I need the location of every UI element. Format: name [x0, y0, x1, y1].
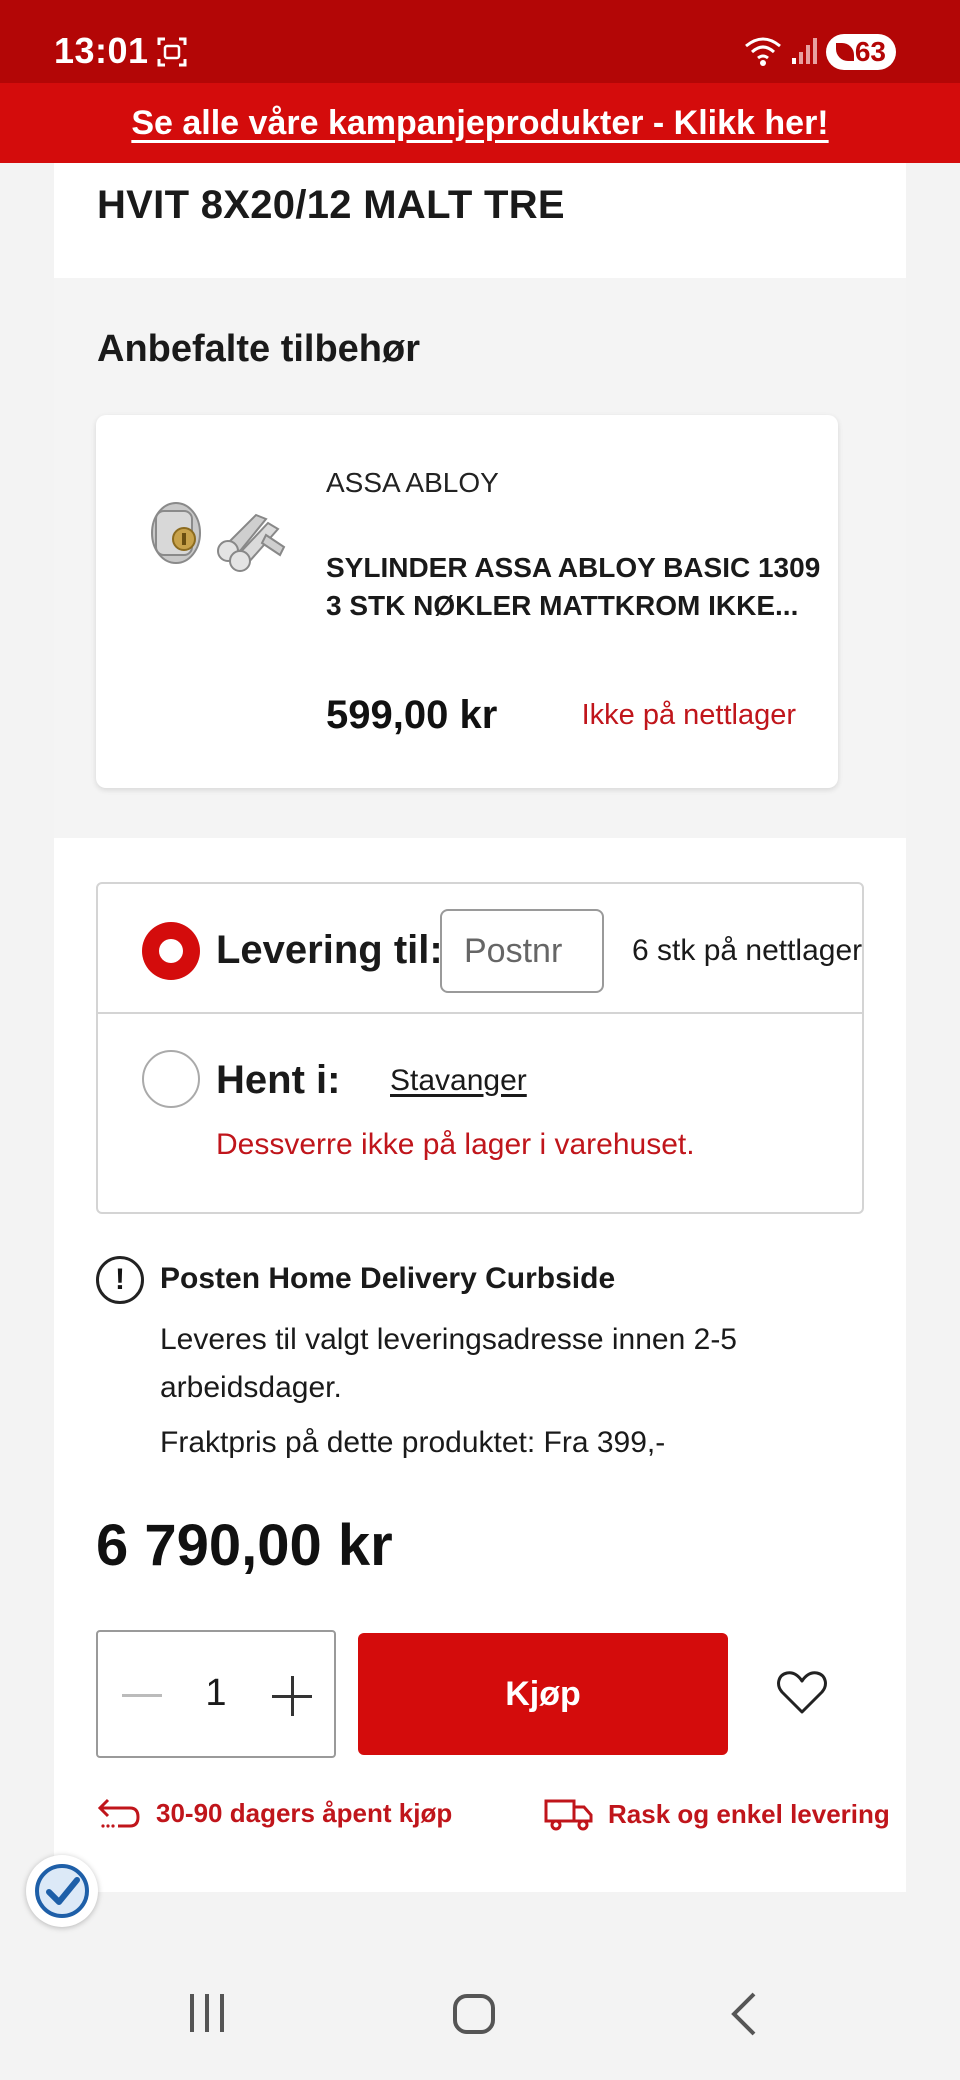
promo-banner[interactable]: Se alle våre kampanjeprodukter - Klikk h… [0, 83, 960, 163]
online-stock-text: 6 stk på nettlager [632, 934, 863, 967]
wifi-icon [745, 37, 781, 66]
recent-apps-icon[interactable] [186, 1992, 228, 2034]
purchase-section: Levering til: 6 stk på nettlager Hent i:… [54, 838, 906, 1892]
pickup-label: Hent i: [216, 1058, 341, 1102]
home-icon[interactable] [452, 1993, 496, 2035]
return-arrow-icon [97, 1798, 140, 1828]
battery-indicator: 63 [826, 34, 896, 70]
buy-button[interactable]: Kjøp [358, 1633, 728, 1755]
postnr-input[interactable] [440, 909, 604, 993]
product-title: HVIT 8X20/12 MALT TRE [97, 183, 565, 227]
battery-level: 63 [854, 36, 886, 67]
delivery-option-pickup[interactable]: Hent i: Stavanger Dessverre ikke på lage… [98, 1014, 862, 1212]
accessory-name[interactable]: SYLINDER ASSA ABLOY BASIC 1309 3 STK NØK… [326, 549, 826, 625]
recommended-accessories: Anbefalte tilbehør ASSA ABLOY SYLINDER A… [54, 278, 906, 838]
delivery-options: Levering til: 6 stk på nettlager Hent i:… [96, 882, 864, 1214]
cylinder-product-image[interactable] [136, 485, 296, 585]
verified-check-icon [35, 1864, 89, 1918]
accessory-price: 599,00 kr [326, 693, 498, 737]
pickup-store-link[interactable]: Stavanger [390, 1064, 527, 1098]
accessory-brand: ASSA ABLOY [326, 467, 499, 498]
quantity-stepper: 1 [96, 1630, 336, 1758]
shipping-description: Leveres til valgt leveringsadresse innen… [160, 1323, 737, 1404]
perk-open-purchase: 30-90 dagers åpent kjøp [96, 1796, 452, 1830]
accessories-title: Anbefalte tilbehør [97, 328, 421, 370]
pickup-radio[interactable] [142, 1050, 200, 1108]
accessory-card[interactable]: ASSA ABLOY SYLINDER ASSA ABLOY BASIC 130… [96, 415, 838, 788]
delivery-radio-selected[interactable] [142, 922, 200, 980]
perk-delivery-label: Rask og enkel levering [608, 1798, 890, 1829]
back-icon[interactable] [728, 1990, 758, 2038]
screenshot-icon [157, 37, 187, 67]
product-header: HVIT 8X20/12 MALT TRE [54, 163, 906, 278]
freight-price: Fraktpris på dette produktet: Fra 399,- [160, 1426, 666, 1459]
info-icon: ! [96, 1256, 144, 1304]
perk-return-label: 30-90 dagers åpent kjøp [156, 1797, 453, 1828]
perk-fast-delivery: Rask og enkel levering [544, 1796, 890, 1832]
pickup-stock-note: Dessverre ikke på lager i varehuset. [216, 1128, 695, 1161]
status-bar: 13:01 63 [0, 0, 960, 83]
signal-icon [792, 38, 817, 64]
accessory-stock-status: Ikke på nettlager [581, 699, 796, 731]
shipping-method-title: Posten Home Delivery Curbside [160, 1262, 616, 1295]
trust-badge[interactable] [26, 1855, 98, 1927]
favorite-heart-icon[interactable] [776, 1670, 828, 1716]
promo-link[interactable]: Se alle våre kampanjeprodukter - Klikk h… [131, 104, 828, 143]
power-saving-icon [836, 43, 854, 61]
truck-icon [544, 1799, 593, 1831]
product-price: 6 790,00 kr [96, 1513, 393, 1578]
delivery-option-home[interactable]: Levering til: 6 stk på nettlager [98, 884, 862, 1014]
delivery-label: Levering til: [216, 928, 443, 972]
status-time: 13:01 [54, 30, 149, 71]
increase-quantity-button[interactable] [272, 1676, 312, 1716]
